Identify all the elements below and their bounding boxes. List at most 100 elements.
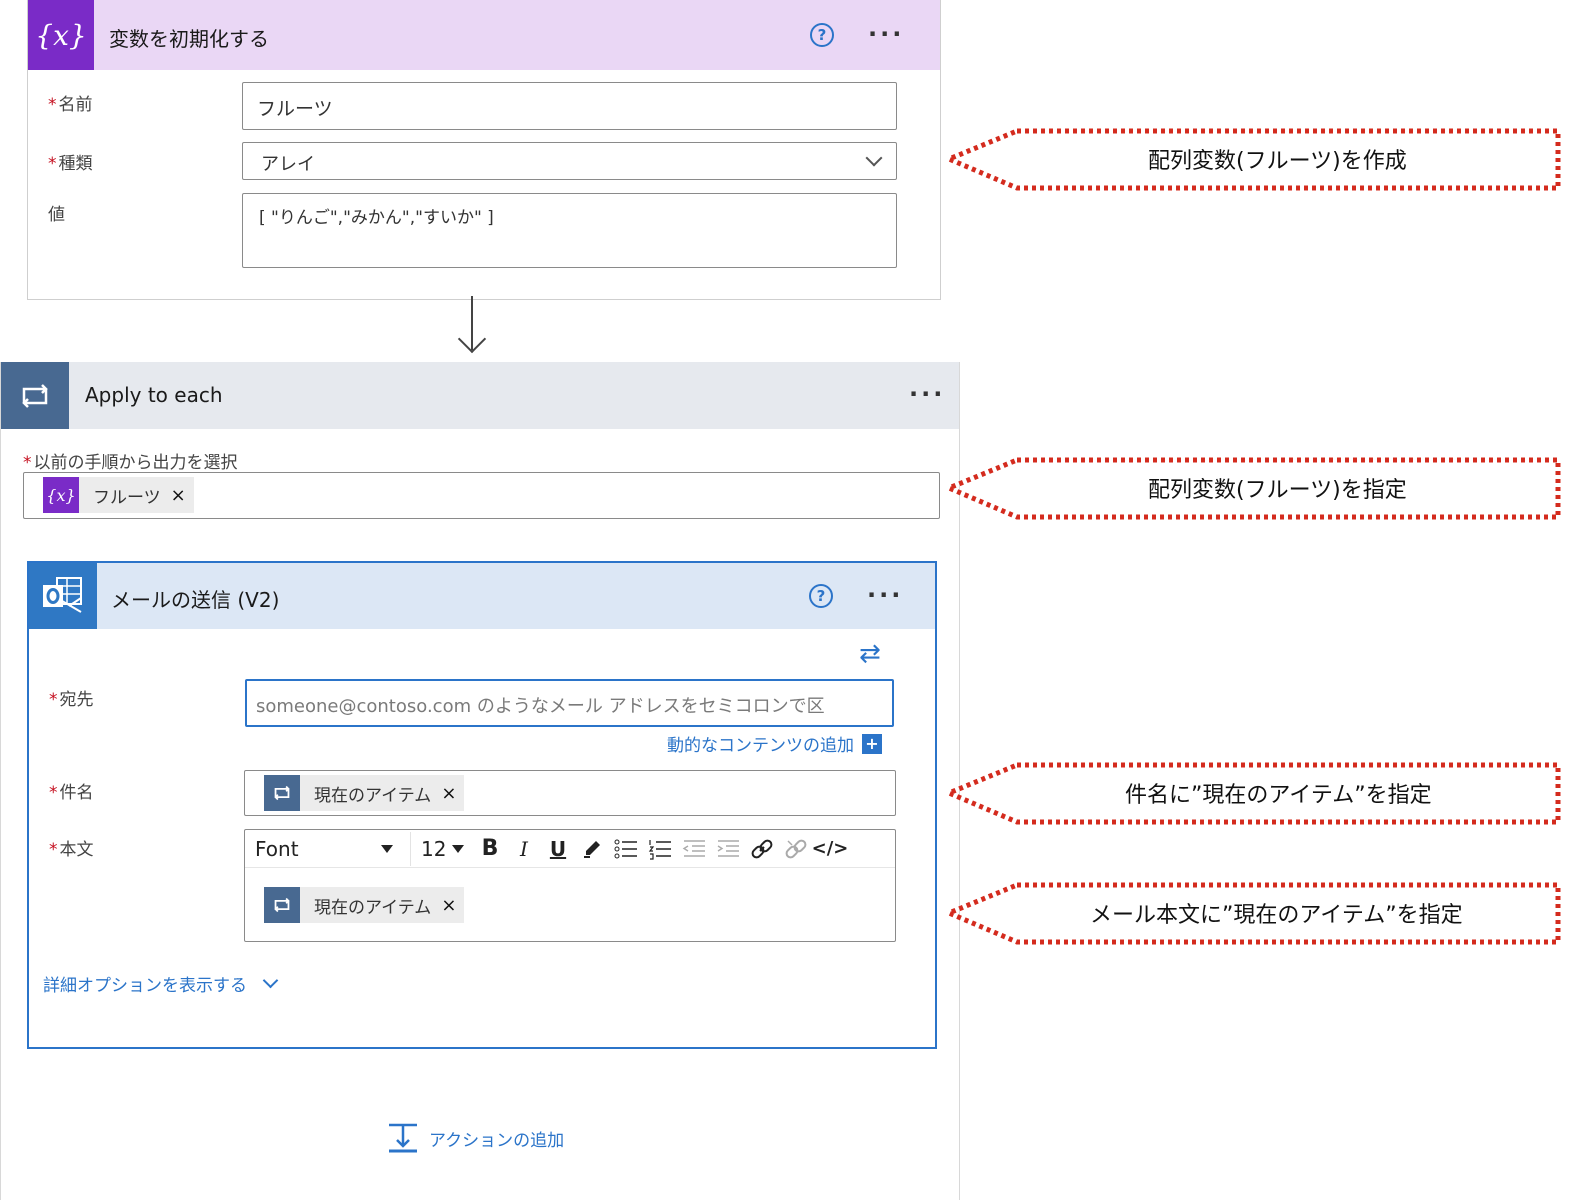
value-label: 値 [48, 205, 65, 225]
font-size-select[interactable]: 12 [411, 837, 473, 861]
output-select-label: * 以前の手順から出力を選択 [23, 448, 238, 473]
annotation-text: 件名に”現在のアイテム”を指定 [1125, 783, 1432, 808]
code-view-icon[interactable]: </> [812, 832, 849, 866]
output-select-label-text: 以前の手順から出力を選択 [33, 453, 238, 473]
more-options-icon[interactable]: ··· [868, 22, 904, 46]
subject-label: * 件名 [49, 778, 94, 803]
type-select-value: アレイ [261, 154, 315, 175]
current-item-token[interactable]: 現在のアイテム × [264, 887, 465, 923]
close-icon[interactable]: × [171, 485, 194, 506]
annotation-callout-3: 件名に”現在のアイテム”を指定 [942, 762, 1585, 832]
required-marker: * [48, 95, 57, 115]
help-icon[interactable]: ? [810, 23, 834, 47]
body-label: * 本文 [49, 835, 94, 860]
to-input[interactable]: someone@contoso.com のようなメール アドレスをセミコロンで区 [245, 679, 894, 727]
current-item-token[interactable]: 現在のアイテム × [264, 775, 465, 811]
type-label-text: 種類 [58, 154, 93, 174]
initialize-variable-title: 変数を初期化する [109, 27, 269, 51]
value-textarea[interactable]: [ "りんご","みかん","すいか" ] [242, 193, 897, 268]
subject-label-text: 件名 [59, 783, 94, 803]
loop-icon [264, 887, 300, 923]
bulleted-list-icon[interactable] [609, 832, 643, 866]
initialize-variable-card: {x} 変数を初期化する ? ··· * 名前 フルーツ * 種類 アレイ 値 [ … [27, 0, 941, 300]
add-action-icon [389, 1123, 417, 1153]
more-options-icon[interactable]: ··· [909, 382, 945, 406]
loop-icon-svg [22, 383, 48, 408]
caret-down-icon [452, 844, 465, 853]
font-family-value: Font [255, 836, 299, 861]
loop-icon [264, 775, 300, 811]
highlight-icon-svg [584, 840, 600, 858]
output-select-input[interactable]: {x} フルーツ × [23, 472, 940, 519]
show-advanced-options-button[interactable]: 詳細オプションを表示する [43, 971, 279, 996]
annotation-callout-1: 配列変数(フルーツ)を作成 [942, 128, 1585, 198]
link-icon[interactable] [745, 832, 779, 866]
body-toolbar: Font 12 B I U </> [245, 830, 895, 868]
send-email-title: メールの送信 (V2) [111, 588, 280, 612]
annotation-callout-4: メール本文に”現在のアイテム”を指定 [942, 882, 1585, 952]
add-dynamic-content-button[interactable]: 動的なコンテンツの追加 + [667, 731, 882, 756]
underline-icon[interactable]: U [541, 832, 575, 866]
variable-icon: {x} [43, 477, 79, 513]
unlink-icon[interactable] [779, 832, 813, 866]
subject-input[interactable]: 現在のアイテム × [244, 770, 896, 816]
increase-indent-icon[interactable] [711, 832, 745, 866]
value-textarea-value: [ "りんご","みかん","すいか" ] [259, 208, 494, 228]
body-editor[interactable]: Font 12 B I U </> 現在のアイテム × [244, 829, 896, 942]
annotation-text: メール本文に”現在のアイテム”を指定 [1090, 903, 1463, 928]
to-input-placeholder: someone@contoso.com のようなメール アドレスをセミコロンで区 [256, 696, 825, 717]
unlink-icon-svg [785, 839, 807, 858]
switch-input-icon[interactable]: ⇄ [859, 639, 881, 669]
annotation-text: 配列変数(フルーツ)を指定 [1148, 478, 1407, 503]
caret-down-icon [381, 844, 393, 853]
bold-icon[interactable]: B [473, 832, 507, 866]
required-marker: * [48, 154, 57, 174]
body-label-text: 本文 [59, 840, 94, 860]
name-input[interactable]: フルーツ [242, 82, 897, 130]
decrease-indent-icon-svg [682, 839, 705, 857]
font-size-value: 12 [421, 836, 447, 861]
annotation-text: 配列変数(フルーツ)を作成 [1148, 149, 1407, 174]
send-email-card: メールの送信 (V2) ? ··· ⇄ * 宛先 someone@contoso.… [27, 561, 937, 1049]
initialize-variable-header[interactable]: {x} 変数を初期化する ? ··· [28, 0, 940, 70]
fruits-token[interactable]: {x} フルーツ × [43, 477, 194, 513]
name-label-text: 名前 [58, 95, 93, 115]
required-marker: * [49, 690, 58, 710]
loop-icon [1, 362, 69, 429]
show-advanced-options-label: 詳細オプションを表示する [43, 976, 247, 996]
flow-arrow-head [457, 324, 487, 354]
help-icon[interactable]: ? [809, 584, 833, 608]
italic-icon[interactable]: I [507, 832, 541, 866]
loop-icon-svg [274, 785, 290, 801]
to-label: * 宛先 [49, 685, 94, 710]
add-action-button[interactable]: アクションの追加 [387, 1122, 564, 1154]
apply-to-each-title: Apply to each [85, 383, 223, 407]
bulleted-list-icon-svg [614, 839, 637, 858]
close-icon[interactable]: × [441, 895, 464, 916]
more-options-icon[interactable]: ··· [867, 583, 903, 607]
numbered-list-icon-svg [648, 839, 671, 860]
type-select[interactable]: アレイ [242, 142, 897, 180]
add-action-label: アクションの追加 [429, 1130, 565, 1151]
type-label: * 種類 [48, 149, 93, 174]
close-icon[interactable]: × [441, 783, 464, 804]
fruits-token-label: フルーツ [93, 487, 161, 508]
font-family-select[interactable]: Font [245, 837, 410, 861]
apply-to-each-header[interactable]: Apply to each ··· [1, 362, 959, 429]
link-icon-svg [751, 839, 773, 858]
required-marker: * [49, 840, 58, 860]
loop-icon-svg [274, 897, 290, 913]
name-label: * 名前 [48, 90, 93, 115]
numbered-list-icon[interactable] [643, 832, 677, 866]
to-label-text: 宛先 [59, 690, 94, 710]
decrease-indent-icon[interactable] [677, 832, 711, 866]
highlight-icon[interactable] [575, 832, 609, 866]
chevron-down-icon [865, 149, 883, 167]
current-item-token-label: 現在のアイテム [314, 785, 432, 806]
add-dynamic-content-label: 動的なコンテンツの追加 [667, 736, 854, 756]
variable-icon: {x} [28, 0, 94, 70]
plus-icon: + [862, 733, 882, 754]
required-marker: * [23, 453, 32, 473]
current-item-token-label: 現在のアイテム [314, 897, 432, 918]
send-email-header[interactable]: メールの送信 (V2) ? ··· [29, 563, 935, 629]
